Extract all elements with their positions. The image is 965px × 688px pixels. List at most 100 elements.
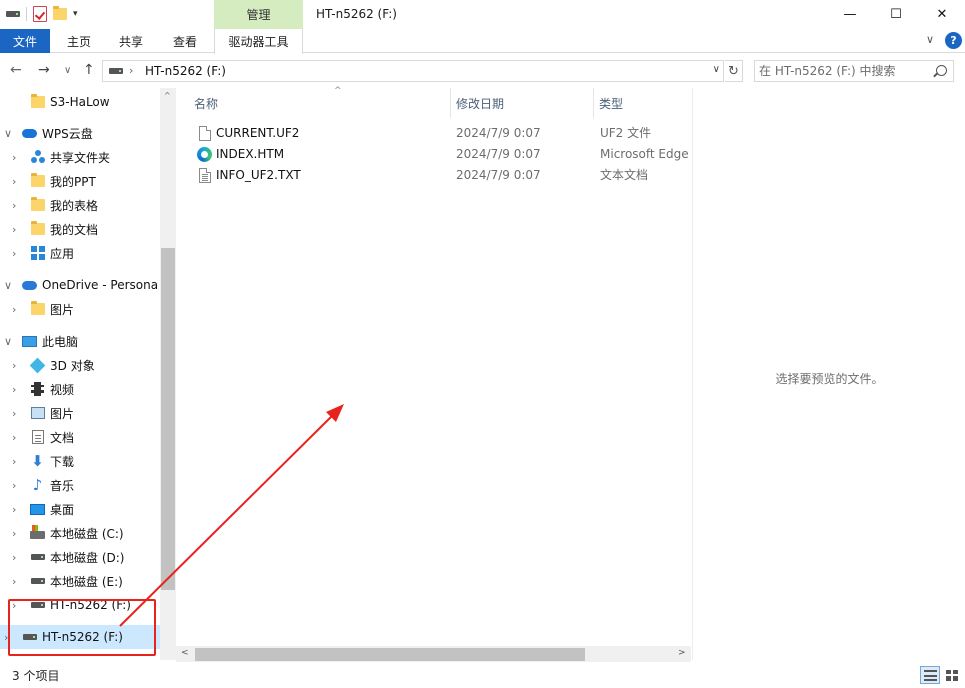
nav-item-desktop[interactable]: › 桌面 — [0, 497, 160, 521]
scroll-left-icon[interactable]: < — [181, 648, 189, 658]
horizontal-scroll-thumb[interactable] — [195, 648, 585, 661]
context-tab-group-manage: 管理 — [214, 0, 303, 29]
nav-item-label: 音乐 — [50, 478, 75, 493]
maximize-button[interactable]: ☐ — [873, 0, 919, 29]
tab-home[interactable]: 主页 — [56, 29, 102, 53]
nav-item-my-sheets[interactable]: › 我的表格 — [0, 193, 160, 217]
help-icon[interactable]: ? — [945, 32, 962, 49]
expand-chevron-icon[interactable]: › — [12, 407, 16, 420]
details-view-button[interactable] — [920, 666, 940, 684]
nav-item-label: 我的文档 — [50, 222, 99, 237]
expand-chevron-icon[interactable]: › — [12, 359, 16, 372]
address-bar[interactable]: › HT-n5262 (F:) ∨ — [102, 60, 724, 82]
navigation-pane: S3-HaLow ∨ WPS云盘 › 共享文件夹 › 我的PPT › 我的表格 … — [0, 88, 160, 660]
search-box[interactable] — [754, 60, 954, 82]
expand-chevron-icon[interactable]: › — [12, 223, 16, 236]
nav-item-this-pc[interactable]: ∨ 此电脑 — [0, 329, 160, 353]
expand-chevron-icon[interactable]: ∨ — [4, 127, 12, 140]
picture-icon — [30, 406, 45, 421]
recent-locations-button[interactable]: ∨ — [64, 65, 71, 76]
tab-file[interactable]: 文件 — [0, 29, 50, 53]
forward-button[interactable]: → — [38, 62, 50, 78]
nav-item-my-docs[interactable]: › 我的文档 — [0, 217, 160, 241]
film-icon — [30, 382, 45, 397]
status-bar: 3 个项目 — [0, 662, 965, 688]
expand-chevron-icon[interactable]: › — [12, 455, 16, 468]
column-divider[interactable] — [593, 88, 594, 118]
system-drive-icon — [30, 524, 45, 542]
nav-item-label: 桌面 — [50, 502, 75, 517]
nav-item-downloads[interactable]: › ⬇ 下载 — [0, 449, 160, 473]
column-header-type[interactable]: 类型 — [599, 88, 689, 118]
up-button[interactable]: ↑ — [83, 62, 95, 78]
nav-vertical-scrollbar[interactable]: ^ — [160, 88, 176, 660]
drive-icon[interactable] — [6, 11, 20, 17]
expand-chevron-icon[interactable]: › — [12, 199, 16, 212]
nav-item-drive-e[interactable]: › 本地磁盘 (E:) — [0, 569, 160, 593]
expand-chevron-icon[interactable]: › — [12, 431, 16, 444]
file-list: 名称 ^ 修改日期 类型 CURRENT.UF2 2024/7/9 0:07 U… — [176, 86, 691, 648]
column-header-date[interactable]: 修改日期 — [456, 88, 594, 118]
folder-icon — [30, 197, 45, 213]
nav-scroll-thumb[interactable] — [161, 248, 175, 590]
close-button[interactable]: ✕ — [919, 0, 965, 29]
expand-chevron-icon[interactable]: › — [12, 503, 16, 516]
nav-item-videos[interactable]: › 视频 — [0, 377, 160, 401]
scroll-up-icon[interactable]: ^ — [164, 91, 171, 100]
expand-chevron-icon[interactable]: ∨ — [4, 279, 12, 292]
column-divider[interactable] — [450, 88, 451, 118]
expand-chevron-icon[interactable]: › — [12, 151, 16, 164]
expand-chevron-icon[interactable]: › — [12, 303, 16, 316]
file-row[interactable]: INFO_UF2.TXT 2024/7/9 0:07 文本文档 — [191, 164, 691, 185]
new-folder-icon[interactable] — [53, 6, 67, 20]
properties-icon[interactable] — [33, 6, 47, 22]
scroll-right-icon[interactable]: > — [678, 648, 686, 658]
expand-chevron-icon[interactable]: › — [12, 175, 16, 188]
nav-item-label: OneDrive - Persona — [42, 278, 159, 292]
nav-item-drive-c[interactable]: › 本地磁盘 (C:) — [0, 521, 160, 545]
expand-chevron-icon[interactable]: › — [12, 527, 16, 540]
expand-chevron-icon[interactable]: › — [12, 479, 16, 492]
search-input[interactable] — [759, 63, 929, 79]
nav-item-pictures[interactable]: › 图片 — [0, 401, 160, 425]
item-count: 3 个项目 — [12, 669, 60, 683]
refresh-button[interactable]: ↻ — [725, 60, 743, 82]
nav-item-onedrive[interactable]: ∨ OneDrive - Persona — [0, 273, 160, 297]
breadcrumb-current[interactable]: HT-n5262 (F:) — [145, 64, 226, 78]
ribbon-tab-bar: 文件 主页 共享 查看 驱动器工具 ∨ ? — [0, 29, 965, 54]
nav-item-label: 本地磁盘 (E:) — [50, 574, 123, 589]
expand-chevron-icon[interactable]: ∨ — [4, 335, 12, 348]
customize-qat-icon[interactable]: ▾ — [73, 9, 78, 19]
nav-item-music[interactable]: › ♪ 音乐 — [0, 473, 160, 497]
file-type: 文本文档 — [600, 168, 649, 182]
back-button[interactable]: ← — [10, 62, 22, 78]
nav-item-wps-cloud[interactable]: ∨ WPS云盘 — [0, 121, 160, 145]
nav-item-shared-folder[interactable]: › 共享文件夹 — [0, 145, 160, 169]
expand-chevron-icon[interactable]: › — [12, 551, 16, 564]
nav-item-onedrive-pictures[interactable]: › 图片 — [0, 297, 160, 321]
nav-item-drive-d[interactable]: › 本地磁盘 (D:) — [0, 545, 160, 569]
large-icons-view-button[interactable] — [942, 666, 962, 684]
nav-item-apps[interactable]: › 应用 — [0, 241, 160, 265]
folder-icon — [30, 173, 45, 189]
search-icon[interactable] — [936, 65, 947, 76]
minimize-button[interactable]: — — [827, 0, 873, 29]
file-row[interactable]: CURRENT.UF2 2024/7/9 0:07 UF2 文件 — [191, 122, 691, 143]
nav-item-s3-halow[interactable]: S3-HaLow — [0, 90, 160, 114]
address-dropdown-icon[interactable]: ∨ — [713, 64, 720, 75]
expand-chevron-icon[interactable]: › — [12, 383, 16, 396]
ribbon-expand-button[interactable]: ∨ — [926, 33, 934, 46]
file-list-horizontal-scrollbar[interactable]: < > — [176, 646, 691, 663]
tab-view[interactable]: 查看 — [162, 29, 208, 53]
column-header-name[interactable]: 名称 ^ — [194, 86, 449, 118]
breadcrumb-chevron-icon[interactable]: › — [129, 64, 133, 77]
tab-share[interactable]: 共享 — [108, 29, 154, 53]
file-type: UF2 文件 — [600, 126, 652, 140]
expand-chevron-icon[interactable]: › — [12, 247, 16, 260]
nav-item-3d-objects[interactable]: › 3D 对象 — [0, 353, 160, 377]
expand-chevron-icon[interactable]: › — [12, 575, 16, 588]
nav-item-documents[interactable]: › 文档 — [0, 425, 160, 449]
nav-item-my-ppt[interactable]: › 我的PPT — [0, 169, 160, 193]
file-row[interactable]: INDEX.HTM 2024/7/9 0:07 Microsoft Edge — [191, 143, 691, 164]
tab-drive-tools[interactable]: 驱动器工具 — [214, 29, 303, 54]
